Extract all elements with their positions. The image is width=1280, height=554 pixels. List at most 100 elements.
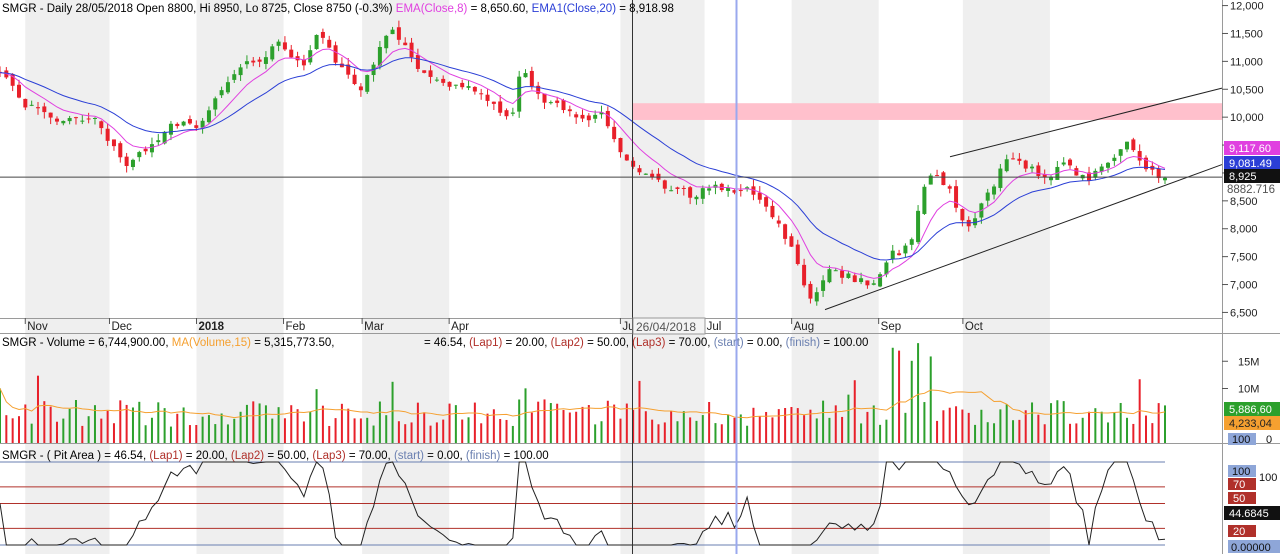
candle-body	[67, 118, 72, 122]
candle	[485, 89, 490, 107]
candle	[567, 105, 572, 117]
candle	[1061, 157, 1066, 167]
oh-lap2-value: = 50.00,	[267, 450, 312, 462]
candle-body	[1156, 168, 1161, 179]
volume-bar	[733, 417, 736, 443]
candle	[536, 81, 541, 100]
vh-lap2-value: = 50.00,	[587, 337, 632, 349]
candle	[1125, 141, 1130, 153]
vh-lap3-label: (Lap3)	[632, 337, 668, 349]
volume-bar	[936, 420, 939, 443]
volume-bar	[993, 423, 996, 443]
candle-body	[897, 253, 902, 256]
candle-body	[434, 79, 439, 81]
candle-body	[257, 59, 262, 62]
candle-body	[802, 264, 807, 286]
volume-bar	[847, 394, 850, 443]
candle-body	[1023, 160, 1028, 169]
candle-body	[428, 70, 433, 77]
volume-bar	[917, 343, 920, 443]
price-tick-label: 10,000	[1230, 112, 1264, 124]
candle	[916, 205, 921, 244]
volume-bar	[1113, 412, 1116, 443]
date-tooltip: 26/04/2018	[632, 317, 706, 335]
candle-body	[1011, 158, 1016, 160]
candle-body	[396, 27, 401, 40]
volume-bar	[144, 425, 147, 443]
price-tick-label: 11,000	[1230, 56, 1263, 68]
volume-bar	[695, 420, 698, 443]
osc-header: SMGR - ( Pit Area ) = 46.54, (Lap1) = 20…	[2, 450, 549, 462]
volume-bar	[258, 403, 261, 443]
candle	[156, 134, 161, 146]
volume-bar	[62, 418, 65, 443]
volume-bar	[587, 405, 590, 443]
candle	[517, 70, 522, 118]
candle	[935, 169, 940, 177]
candle	[301, 54, 306, 71]
vh-start-label: (start)	[714, 337, 747, 349]
volume-bar	[277, 407, 280, 443]
volume-bar	[904, 412, 907, 443]
volume-bar	[391, 381, 394, 443]
volume-bar	[176, 413, 179, 443]
volume-bar	[701, 415, 704, 443]
volume-bar	[771, 417, 774, 443]
candle-body	[1125, 141, 1130, 150]
candle-body	[498, 101, 503, 113]
volume-bar	[0, 388, 1, 443]
candle	[1106, 161, 1111, 173]
volume-bar	[1157, 403, 1160, 443]
candle	[580, 109, 585, 122]
volume-bar	[638, 380, 641, 443]
volume-bar	[530, 412, 533, 443]
volume-bar	[385, 415, 388, 443]
candle-body	[118, 143, 123, 158]
candle-body	[333, 45, 338, 63]
date-tick-label: 2018	[199, 321, 225, 333]
candle-body	[783, 224, 788, 239]
volume-bar	[157, 402, 160, 443]
ema-value: = 8,650.60,	[471, 3, 532, 15]
candle-body	[29, 104, 34, 106]
candle-body	[529, 70, 534, 87]
osc-badge-0: 0.00000	[1231, 542, 1271, 554]
volume-bar	[752, 407, 755, 443]
volume-bar	[442, 419, 445, 443]
chart-canvas[interactable]: 12,00011,50011,00010,50010,0009,5009,000…	[0, 0, 1280, 554]
candle	[295, 51, 300, 68]
volume-bar	[1050, 403, 1053, 443]
volume-bar	[777, 409, 780, 443]
candle-body	[941, 172, 946, 186]
candle-body	[314, 34, 319, 50]
candle	[453, 84, 458, 89]
candle	[878, 272, 883, 288]
candle	[764, 195, 769, 212]
candle-body	[111, 139, 116, 147]
volume-bar	[1126, 417, 1129, 443]
candle	[922, 184, 927, 215]
candle-body	[1137, 151, 1142, 161]
candle-body	[1163, 177, 1167, 181]
volume-bar	[955, 406, 958, 443]
month-shading	[25, 0, 1050, 554]
volume-bar	[511, 425, 514, 443]
volume-bar	[347, 408, 350, 443]
candle-body	[415, 54, 420, 69]
date-tick-label: Aug	[794, 321, 814, 333]
candle	[504, 108, 509, 120]
candle	[776, 215, 781, 228]
volume-bar	[1094, 408, 1097, 443]
candle-body	[301, 59, 306, 66]
volume-bar	[1164, 405, 1166, 443]
volume-bar	[454, 405, 457, 443]
osc-badge-100: 100	[1232, 466, 1250, 478]
candle-body	[909, 239, 914, 245]
volume-bar	[169, 426, 172, 443]
candle	[1080, 174, 1085, 181]
volume-bar	[214, 424, 217, 443]
candle-body	[35, 107, 40, 109]
candle-body	[700, 188, 705, 199]
badge-close: 8,925	[1229, 171, 1257, 183]
candle	[1099, 163, 1104, 175]
